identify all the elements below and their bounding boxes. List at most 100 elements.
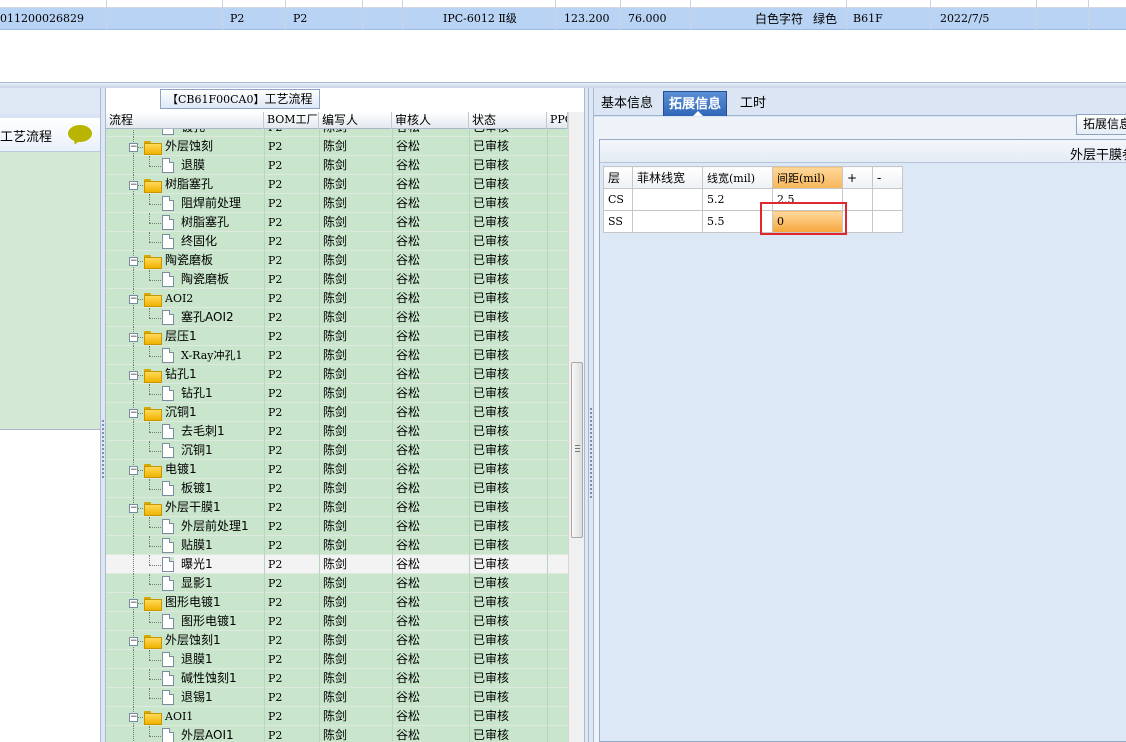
process-row[interactable]: − AOI1 P2 陈剑 谷松 已审核 [106,707,568,726]
nav-item-process-flow[interactable]: 工艺流程 [0,118,100,152]
process-row[interactable]: 去毛刺1 P2 陈剑 谷松 已审核 [106,422,568,441]
cell-layer[interactable]: SS [603,210,633,233]
collapse-toggle-icon[interactable]: − [129,143,138,152]
column-divider [264,175,265,194]
col-header-bom-factory[interactable]: BOM工厂 [264,112,319,129]
order-value-2: 76.000 [628,12,667,25]
collapse-toggle-icon[interactable]: − [129,371,138,380]
process-row[interactable]: 外层AOI1 P2 陈剑 谷松 已审核 [106,726,568,742]
col-film-width[interactable]: 菲林线宽 [632,166,703,189]
params-row[interactable]: CS 5.2 2.5 [603,188,903,211]
cell-layer[interactable]: CS [603,188,633,211]
process-row[interactable]: 塞孔AOI2 P2 陈剑 谷松 已审核 [106,308,568,327]
cell-bom-factory: P2 [268,444,283,457]
column-divider [392,669,393,688]
col-line-width[interactable]: 线宽(mil) [702,166,773,189]
column-divider [319,422,320,441]
grid-divider [1088,0,1089,30]
col-layer[interactable]: 层 [603,166,633,189]
process-row[interactable]: − 树脂塞孔 P2 陈剑 谷松 已审核 [106,175,568,194]
collapse-toggle-icon[interactable]: − [129,257,138,266]
column-divider [392,308,393,327]
cell-author: 陈剑 [323,709,348,723]
process-row[interactable]: 陶瓷磨板 P2 陈剑 谷松 已审核 [106,270,568,289]
order-value-1: 123.200 [564,12,610,25]
process-row[interactable]: − 层压1 P2 陈剑 谷松 已审核 [106,327,568,346]
column-divider [547,479,548,498]
process-row[interactable]: 终固化 P2 陈剑 谷松 已审核 [106,232,568,251]
col-spacing[interactable]: 间距(mil) [772,166,843,189]
process-row[interactable]: − 外层蚀刻 P2 陈剑 谷松 已审核 [106,137,568,156]
process-row[interactable]: 退膜1 P2 陈剑 谷松 已审核 [106,650,568,669]
remove-column-button[interactable]: - [872,166,903,189]
col-header-status[interactable]: 状态 [469,112,547,129]
process-row[interactable]: 板镀1 P2 陈剑 谷松 已审核 [106,479,568,498]
tab-extended-info[interactable]: 拓展信息 [663,91,728,116]
cell-reviewer: 谷松 [396,348,421,362]
col-header-flow[interactable]: 流程 [106,112,264,129]
process-row[interactable]: − 沉铜1 P2 陈剑 谷松 已审核 [106,403,568,422]
folder-icon [144,597,162,611]
collapse-toggle-icon[interactable]: − [129,409,138,418]
order-mask-color: 绿色 [813,12,838,26]
add-column-button[interactable]: + [842,166,873,189]
process-row[interactable]: 退锡1 P2 陈剑 谷松 已审核 [106,688,568,707]
tree-guide-line [149,346,150,356]
tab-basic-info[interactable]: 基本信息 [596,91,658,116]
process-row[interactable]: 曝光1 P2 陈剑 谷松 已审核 [106,555,568,574]
cell-film-width[interactable] [632,210,703,233]
process-row[interactable]: − 外层蚀刻1 P2 陈剑 谷松 已审核 [106,631,568,650]
scrollbar-thumb[interactable] [571,362,583,538]
collapse-toggle-icon[interactable]: − [129,466,138,475]
params-row[interactable]: SS 5.5 0 [603,210,903,233]
process-row[interactable]: 退膜 P2 陈剑 谷松 已审核 [106,156,568,175]
extended-info-button[interactable]: 拓展信息 [1076,114,1126,135]
collapse-toggle-icon[interactable]: − [129,333,138,342]
process-row[interactable]: 显影1 P2 陈剑 谷松 已审核 [106,574,568,593]
process-row[interactable]: 贴膜1 P2 陈剑 谷松 已审核 [106,536,568,555]
process-row[interactable]: − 电镀1 P2 陈剑 谷松 已审核 [106,460,568,479]
process-row[interactable]: 沉铜1 P2 陈剑 谷松 已审核 [106,441,568,460]
selected-order-row[interactable]: 011200026829 P2 P2 IPC-6012 Ⅱ级 123.200 7… [0,8,1126,30]
tab-work-hours[interactable]: 工时 [735,91,771,116]
process-row[interactable]: 镀孔 P2 陈剑 谷松 已审核 [106,129,568,137]
process-grid-scrollbar[interactable] [568,112,584,742]
process-row[interactable]: 碱性蚀刻1 P2 陈剑 谷松 已审核 [106,669,568,688]
process-row[interactable]: − AOI2 P2 陈剑 谷松 已审核 [106,289,568,308]
collapse-toggle-icon[interactable]: − [129,637,138,646]
collapse-toggle-icon[interactable]: − [129,599,138,608]
cell-reviewer: 谷松 [396,538,421,552]
col-header-reviewer[interactable]: 审核人 [392,112,469,129]
process-row[interactable]: 图形电镀1 P2 陈剑 谷松 已审核 [106,612,568,631]
collapse-toggle-icon[interactable]: − [129,504,138,513]
tree-guide-line [149,451,161,452]
column-divider [319,669,320,688]
collapse-toggle-icon[interactable]: − [129,181,138,190]
cell-reviewer: 谷松 [396,728,421,742]
cell-bom-factory: P2 [268,615,283,628]
tree-guide-line [149,660,161,661]
col-header-author[interactable]: 编写人 [319,112,392,129]
process-row[interactable]: X-Ray冲孔1 P2 陈剑 谷松 已审核 [106,346,568,365]
folder-icon [144,502,162,516]
column-divider [319,129,320,137]
collapse-toggle-icon[interactable]: − [129,713,138,722]
tree-guide-line [149,166,161,167]
process-row[interactable]: 阻焊前处理 P2 陈剑 谷松 已审核 [106,194,568,213]
process-row[interactable]: 外层前处理1 P2 陈剑 谷松 已审核 [106,517,568,536]
folder-icon [144,141,162,155]
process-row[interactable]: 钻孔1 P2 陈剑 谷松 已审核 [106,384,568,403]
document-icon [162,386,174,401]
col-header-ppc[interactable]: PPC [547,112,568,129]
column-divider [469,365,470,384]
process-row[interactable]: − 图形电镀1 P2 陈剑 谷松 已审核 [106,593,568,612]
process-row[interactable]: − 外层干膜1 P2 陈剑 谷松 已审核 [106,498,568,517]
column-divider [264,688,265,707]
column-divider [319,536,320,555]
process-row[interactable]: − 陶瓷磨板 P2 陈剑 谷松 已审核 [106,251,568,270]
cell-film-width[interactable] [632,188,703,211]
column-divider [547,289,548,308]
collapse-toggle-icon[interactable]: − [129,295,138,304]
process-row[interactable]: 树脂塞孔 P2 陈剑 谷松 已审核 [106,213,568,232]
process-row[interactable]: − 钻孔1 P2 陈剑 谷松 已审核 [106,365,568,384]
